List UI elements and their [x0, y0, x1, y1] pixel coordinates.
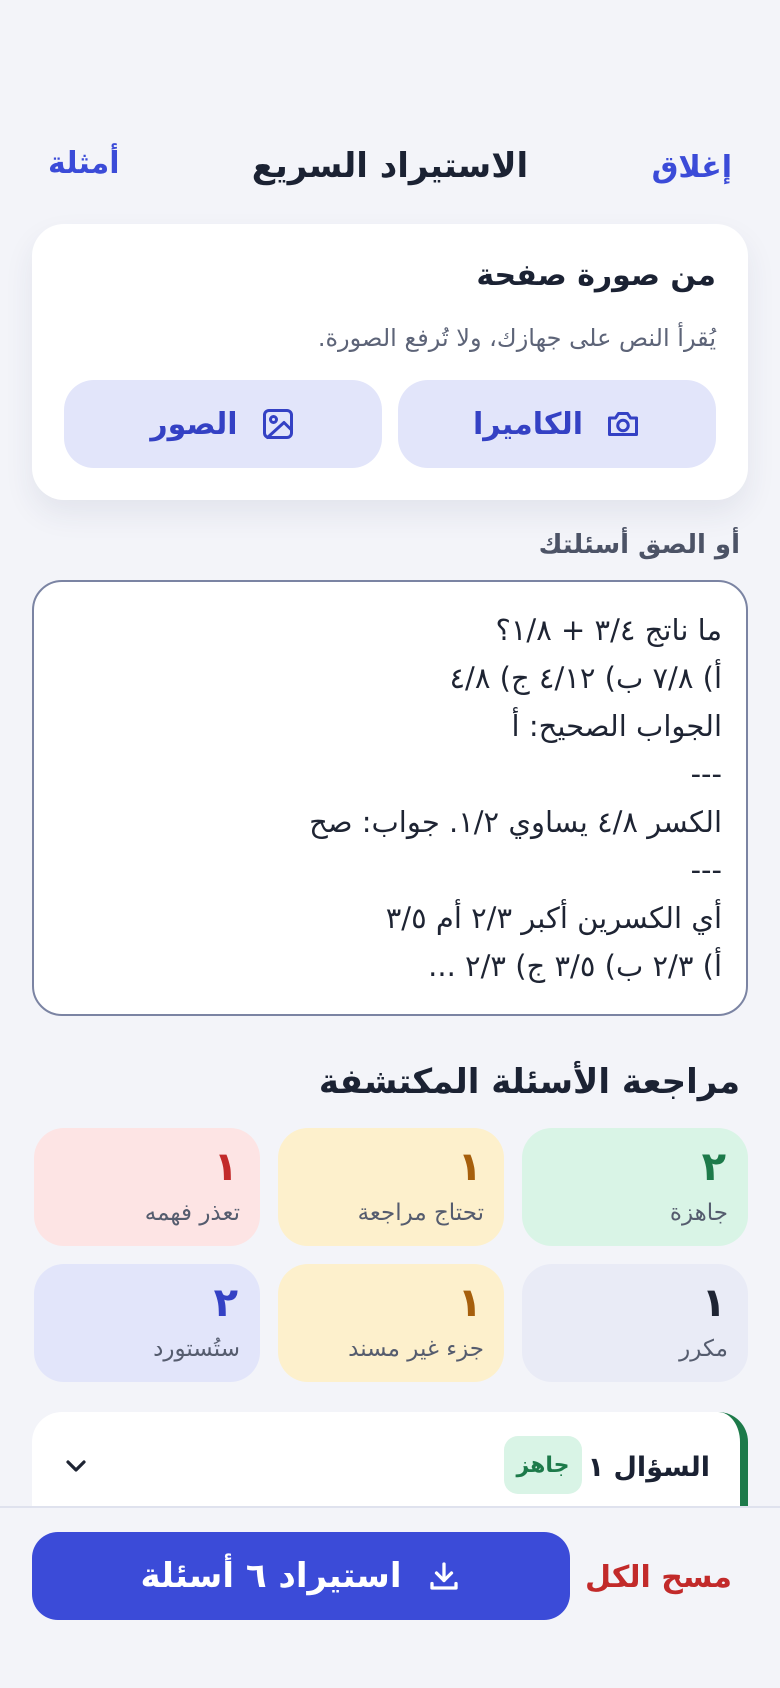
text-line: --- [690, 853, 722, 887]
text-line: أ) ٧/٨ ب) ٤/١٢ ج) ٤/٨ [449, 661, 722, 695]
stat-label: جزء غير مسند [348, 1336, 484, 1362]
stat-count: ١ [457, 1144, 482, 1190]
text-line: أي الكسرين أكبر ٢/٣ أم ٣/٥ [385, 901, 722, 935]
camera-button[interactable]: الكاميرا [398, 380, 716, 468]
text-line: --- [690, 757, 722, 791]
import-button[interactable]: استيراد ٦ أسئلة [32, 1532, 570, 1620]
photo-import-card: من صورة صفحة يُقرأ النص على جهازك، ولا ت… [32, 224, 748, 500]
stat-label: تحتاج مراجعة [357, 1200, 484, 1226]
image-icon [262, 409, 293, 439]
questions-textarea[interactable]: ما ناتج ٣/٤ + ١/٨؟ أ) ٧/٨ ب) ٤/١٢ ج) ٤/٨… [32, 580, 748, 1016]
stat-count: ١ [457, 1280, 482, 1326]
stat-needs-review[interactable]: ١ تحتاج مراجعة [278, 1128, 504, 1246]
camera-label: الكاميرا [472, 406, 584, 442]
top-bar: إغلاق الاستيراد السريع أمثلة [0, 140, 780, 200]
text-line: الكسر ٤/٨ يساوي ١/٢. جواب: صح [309, 805, 722, 839]
stat-count: ١ [213, 1144, 238, 1190]
examples-button[interactable]: أمثلة [48, 146, 120, 181]
stat-count: ٢ [213, 1280, 238, 1326]
bottom-action-bar: مسح الكل استيراد ٦ أسئلة [0, 1506, 780, 1688]
photo-card-title: من صورة صفحة [476, 258, 716, 293]
download-icon [429, 1562, 458, 1590]
stat-to-import[interactable]: ٢ ستُستورد [34, 1264, 260, 1382]
stat-duplicate[interactable]: ١ مكرر [522, 1264, 748, 1382]
stat-ready[interactable]: ٢ جاهزة [522, 1128, 748, 1246]
stat-label: ستُستورد [153, 1336, 240, 1362]
stat-unparsed[interactable]: ١ تعذر فهمه [34, 1128, 260, 1246]
review-title: مراجعة الأسئلة المكتشفة [318, 1062, 740, 1102]
text-line: أ) ٢/٣ ب) ٣/٥ ج) ٢/٣ ... [428, 949, 722, 983]
stat-count: ١ [701, 1280, 726, 1326]
camera-icon [608, 412, 639, 436]
stat-unassigned-part[interactable]: ١ جزء غير مسند [278, 1264, 504, 1382]
paste-label: أو الصق أسئلتك [538, 530, 740, 560]
text-line: الجواب الصحيح: أ [511, 709, 722, 743]
photos-button[interactable]: الصور [64, 380, 382, 468]
stat-label: تعذر فهمه [144, 1200, 240, 1226]
chevron-down-icon[interactable] [60, 1450, 92, 1482]
stat-label: جاهزة [669, 1200, 728, 1226]
status-badge: جاهز [504, 1436, 582, 1494]
clear-all-button[interactable]: مسح الكل [585, 1560, 732, 1595]
stat-count: ٢ [701, 1144, 726, 1190]
question-title: السؤال ١ [587, 1452, 710, 1483]
text-line: ما ناتج ٣/٤ + ١/٨؟ [495, 613, 722, 647]
photos-label: الصور [150, 406, 238, 442]
stat-label: مكرر [679, 1336, 728, 1362]
photo-card-subtitle: يُقرأ النص على جهازك، ولا تُرفع الصورة. [317, 324, 716, 352]
import-label: استيراد ٦ أسئلة [140, 1556, 402, 1596]
